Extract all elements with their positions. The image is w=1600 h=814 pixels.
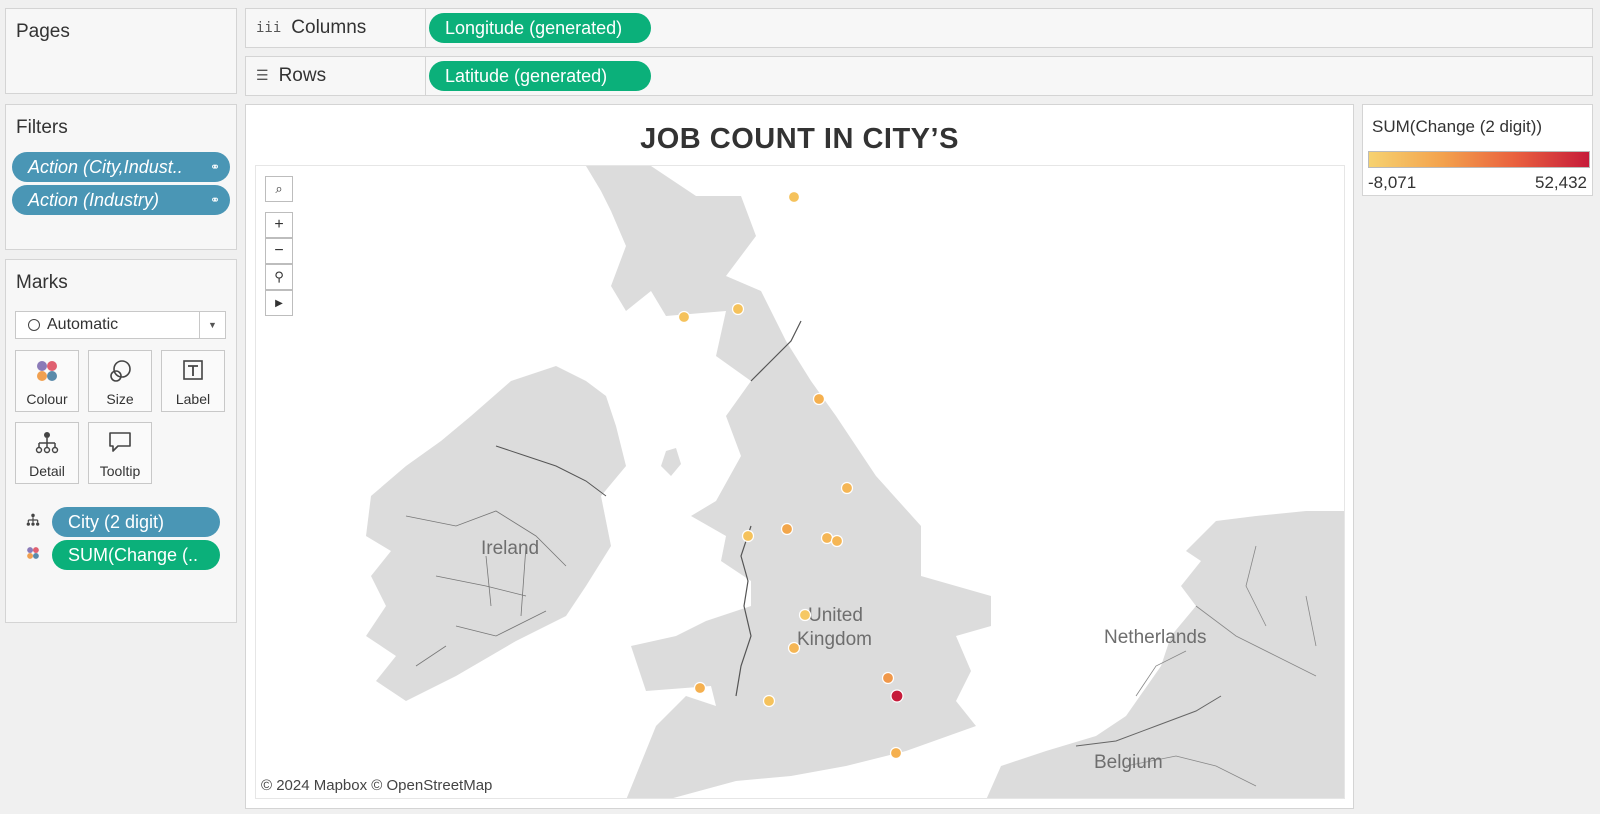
- city-mark: [830, 534, 844, 548]
- colour-label: Colour: [26, 391, 68, 407]
- marks-card: Marks Automatic ▼ Colour Size Label Deta…: [5, 259, 237, 623]
- city-mark: [780, 522, 794, 536]
- city-mark: [762, 694, 776, 708]
- city-mark: [787, 190, 801, 204]
- detail-button[interactable]: Detail: [15, 422, 79, 484]
- city-mark: [840, 481, 854, 495]
- map-label-united: United: [808, 605, 863, 626]
- marks-title: Marks: [16, 272, 68, 293]
- columns-label: Columns: [291, 17, 367, 38]
- rows-shelf[interactable]: ☰ Rows Latitude (generated): [245, 56, 1593, 96]
- circle-mark-icon: [28, 319, 40, 331]
- city-field-pill[interactable]: City (2 digit): [52, 507, 220, 537]
- latitude-pill[interactable]: Latitude (generated): [429, 61, 651, 91]
- city-mark: [890, 689, 904, 703]
- filter-pill-label: Action (City,Indust..: [28, 156, 183, 177]
- colour-legend[interactable]: SUM(Change (2 digit)) -8,071 52,432: [1362, 104, 1593, 196]
- city-mark: [820, 531, 834, 545]
- city-mark: [812, 392, 826, 406]
- label-label: Label: [175, 391, 211, 407]
- zoom-in-icon[interactable]: +: [265, 212, 293, 238]
- colour-icon: [35, 359, 59, 386]
- view-worksheet: JOB COUNT IN CITY’S Ireland United Kingd…: [245, 104, 1354, 809]
- play-icon[interactable]: ▶: [265, 290, 293, 316]
- filter-pill-action-industry[interactable]: Action (Industry) ⚭: [12, 185, 230, 215]
- columns-shelf[interactable]: iii Columns Longitude (generated): [245, 8, 1593, 48]
- ireland-landmass: [366, 366, 626, 701]
- columns-shelf-label: iii Columns: [246, 9, 426, 47]
- isle-of-man: [661, 448, 681, 476]
- map-label-kingdom: Kingdom: [797, 629, 872, 650]
- tooltip-button[interactable]: Tooltip: [88, 422, 152, 484]
- columns-icon: iii: [256, 20, 282, 36]
- size-icon: [107, 359, 133, 388]
- link-icon: ⚭: [209, 193, 220, 207]
- city-mark: [731, 302, 745, 316]
- mark-field-change[interactable]: SUM(Change (..: [26, 540, 220, 570]
- pages-title: Pages: [16, 21, 70, 42]
- mark-type-dropdown[interactable]: Automatic ▼: [15, 311, 226, 339]
- label-button[interactable]: Label: [161, 350, 225, 412]
- city-mark: [693, 681, 707, 695]
- detail-icon: [35, 431, 59, 458]
- tooltip-icon: [108, 431, 132, 456]
- map-background: Ireland United Kingdom Netherlands Belgi…: [366, 166, 1344, 798]
- rows-shelf-label: ☰ Rows: [246, 57, 426, 95]
- rows-icon: ☰: [256, 68, 269, 84]
- map-label-ireland: Ireland: [481, 538, 539, 559]
- filters-card: Filters Action (City,Indust.. ⚭ Action (…: [5, 104, 237, 250]
- tooltip-label: Tooltip: [99, 463, 141, 479]
- map-label-netherlands: Netherlands: [1104, 627, 1206, 648]
- view-title: JOB COUNT IN CITY’S: [640, 123, 959, 155]
- city-mark: [787, 641, 801, 655]
- map-attribution[interactable]: © 2024 Mapbox © OpenStreetMap: [261, 777, 492, 794]
- pages-card: Pages: [5, 8, 237, 94]
- continent-landmass: [986, 511, 1344, 798]
- chevron-down-icon[interactable]: ▼: [199, 312, 225, 338]
- filter-pill-action-city-industry[interactable]: Action (City,Indust.. ⚭: [12, 152, 230, 182]
- city-mark: [889, 746, 903, 760]
- legend-min: -8,071: [1368, 173, 1417, 192]
- map-label-belgium: Belgium: [1094, 752, 1163, 773]
- size-button[interactable]: Size: [88, 350, 152, 412]
- link-icon: ⚭: [209, 160, 220, 174]
- city-mark: [798, 608, 812, 622]
- city-mark: [677, 310, 691, 324]
- detail-label: Detail: [29, 463, 65, 479]
- pin-icon[interactable]: ⚲: [265, 264, 293, 290]
- rows-label: Rows: [278, 65, 327, 86]
- legend-max: 52,432: [1535, 173, 1587, 192]
- legend-color-ramp: [1368, 151, 1590, 168]
- city-mark: [741, 529, 755, 543]
- longitude-pill[interactable]: Longitude (generated): [429, 13, 651, 43]
- filters-title: Filters: [16, 117, 68, 138]
- colour-icon: [26, 546, 42, 565]
- filter-pill-label: Action (Industry): [28, 189, 160, 210]
- map-toolbar: ⌕ + − ⚲ ▶: [265, 176, 293, 316]
- detail-icon: [26, 513, 42, 532]
- legend-title: SUM(Change (2 digit)): [1372, 117, 1543, 136]
- size-label: Size: [106, 391, 134, 407]
- mark-field-city[interactable]: City (2 digit): [26, 507, 220, 537]
- city-mark: [881, 671, 895, 685]
- colour-button[interactable]: Colour: [15, 350, 79, 412]
- great-britain-landmass: [586, 166, 991, 798]
- mark-type-label: Automatic: [47, 316, 119, 333]
- search-icon[interactable]: ⌕: [265, 176, 293, 202]
- zoom-out-icon[interactable]: −: [265, 238, 293, 264]
- change-field-pill[interactable]: SUM(Change (..: [52, 540, 220, 570]
- label-icon: [182, 359, 204, 384]
- map[interactable]: Ireland United Kingdom Netherlands Belgi…: [255, 165, 1345, 799]
